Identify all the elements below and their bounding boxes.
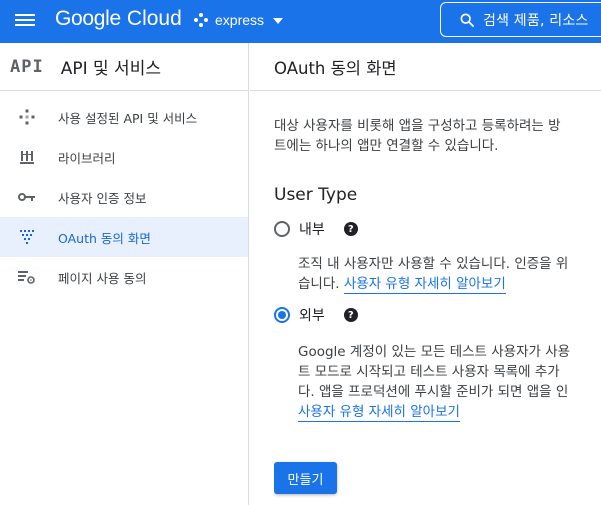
key-icon bbox=[18, 188, 36, 206]
api-logo-icon: API bbox=[10, 56, 44, 77]
diamond-dots-icon bbox=[18, 108, 36, 126]
search-placeholder: 검색 제품, 리소스 bbox=[483, 12, 589, 29]
search-box[interactable]: 검색 제품, 리소스 bbox=[440, 2, 601, 37]
sidebar-item-label: 라이브러리 bbox=[58, 150, 116, 166]
intro-text: 대상 사용자를 비롯해 앱을 구성하고 등록하려는 방 트에는 하나의 앱만 연… bbox=[274, 116, 601, 156]
page-title: OAuth 동의 화면 bbox=[274, 58, 397, 78]
project-selector[interactable]: express bbox=[194, 9, 284, 31]
help-icon[interactable]: ? bbox=[343, 222, 358, 236]
main-content: 대상 사용자를 비롯해 앱을 구성하고 등록하려는 방 트에는 하나의 앱만 연… bbox=[274, 91, 601, 505]
logo-google-text: Google bbox=[55, 7, 121, 30]
sidebar-item-label: 페이지 사용 동의 bbox=[58, 270, 147, 286]
external-radio[interactable] bbox=[274, 307, 290, 323]
logo-cloud-text: Cloud bbox=[126, 7, 182, 30]
intro-line: 대상 사용자를 비롯해 앱을 구성하고 등록하려는 방 bbox=[274, 118, 561, 134]
page-header: OAuth 동의 화면 bbox=[250, 43, 601, 91]
internal-desc-prefix: 습니다. bbox=[298, 276, 340, 292]
sidebar-item-page-usage-agreements[interactable]: 페이지 사용 동의 bbox=[0, 257, 248, 297]
external-desc-line: Google 계정이 있는 모든 테스트 사용자가 사용 bbox=[298, 344, 571, 360]
create-button[interactable]: 만들기 bbox=[274, 462, 337, 494]
internal-radio-label: 내부 bbox=[299, 222, 325, 238]
external-desc-link-row: 사용자 유형 자세히 알아보기 bbox=[298, 402, 570, 422]
google-cloud-logo[interactable]: Google Cloud bbox=[55, 7, 182, 33]
internal-radio[interactable] bbox=[274, 221, 290, 237]
user-type-heading: User Type bbox=[274, 185, 358, 205]
menu-icon[interactable] bbox=[14, 11, 36, 29]
project-name: express bbox=[215, 12, 265, 28]
sidebar: API API 및 서비스 사용 설정된 API 및 서비스 라이브러리 사용자… bbox=[0, 43, 249, 505]
sidebar-item-label: 사용자 인증 정보 bbox=[58, 190, 147, 206]
external-radio-label: 외부 bbox=[299, 308, 325, 324]
help-icon[interactable]: ? bbox=[343, 308, 358, 322]
caret-down-icon bbox=[273, 18, 284, 24]
library-icon bbox=[18, 148, 36, 166]
top-app-bar: Google Cloud express 검색 제품, 리소스 bbox=[0, 0, 601, 43]
internal-description: 조직 내 사용자만 사용할 수 있습니다. 인증을 위 습니다. 사용자 유형 … bbox=[298, 254, 568, 294]
sidebar-item-label: OAuth 동의 화면 bbox=[58, 230, 151, 246]
external-desc-line: 트 모드로 시작되고 테스트 사용자 목록에 추가 bbox=[298, 364, 560, 380]
external-desc-line: 다. 앱을 프로덕션에 푸시할 준비가 되면 앱을 인 bbox=[298, 384, 569, 400]
settings-list-icon bbox=[18, 268, 36, 286]
sidebar-title: API 및 서비스 bbox=[60, 59, 161, 79]
search-icon bbox=[460, 12, 474, 27]
external-description: Google 계정이 있는 모든 테스트 사용자가 사용 트 모드로 시작되고 … bbox=[298, 342, 570, 422]
sidebar-item-enabled-apis[interactable]: 사용 설정된 API 및 서비스 bbox=[0, 97, 248, 137]
sidebar-item-oauth-consent[interactable]: OAuth 동의 화면 bbox=[0, 217, 248, 257]
project-dots-icon bbox=[194, 13, 208, 27]
internal-desc-line: 조직 내 사용자만 사용할 수 있습니다. 인증을 위 bbox=[298, 256, 569, 272]
internal-desc-line2: 습니다. 사용자 유형 자세히 알아보기 bbox=[298, 274, 568, 294]
sidebar-header: API API 및 서비스 bbox=[0, 43, 248, 91]
sidebar-item-credentials[interactable]: 사용자 인증 정보 bbox=[0, 177, 248, 217]
external-learn-more-link[interactable]: 사용자 유형 자세히 알아보기 bbox=[298, 404, 460, 422]
user-type-external-option[interactable]: 외부 ? bbox=[274, 305, 358, 325]
sidebar-item-label: 사용 설정된 API 및 서비스 bbox=[58, 110, 198, 126]
oauth-dots-icon bbox=[18, 228, 36, 246]
user-type-internal-option[interactable]: 내부 ? bbox=[274, 219, 358, 239]
internal-learn-more-link[interactable]: 사용자 유형 자세히 알아보기 bbox=[343, 276, 506, 294]
intro-line: 트에는 하나의 앱만 연결할 수 있습니다. bbox=[274, 138, 499, 154]
sidebar-nav: 사용 설정된 API 및 서비스 라이브러리 사용자 인증 정보 OAuth 동… bbox=[0, 91, 248, 297]
sidebar-item-library[interactable]: 라이브러리 bbox=[0, 137, 248, 177]
